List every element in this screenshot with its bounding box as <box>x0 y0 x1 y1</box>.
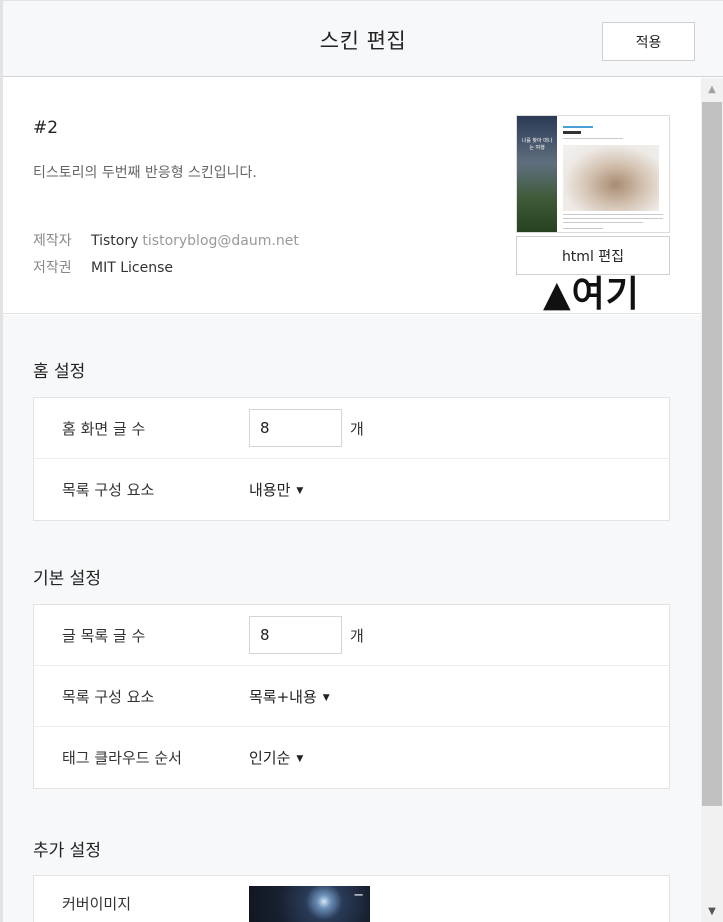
license-label: 저작권 <box>33 260 72 276</box>
home-settings-title: 홈 설정 <box>33 362 86 382</box>
thumbnail-line <box>563 138 623 139</box>
skin-info-section: #2 티스토리의 두번째 반응형 스킨입니다. 제작자 Tistory tistor… <box>3 78 701 315</box>
author-label: 제작자 <box>33 233 72 249</box>
apply-button[interactable]: 적용 <box>602 22 695 61</box>
dropdown-caret-icon: ▼ <box>296 754 304 764</box>
list-count-label: 글 목록 글 수 <box>62 627 146 645</box>
home-list-element-label: 목록 구성 요소 <box>62 481 155 499</box>
basic-list-element-label: 목록 구성 요소 <box>62 688 155 706</box>
home-settings-panel: 홈 화면 글 수 8 개 목록 구성 요소 내용만 ▼ <box>33 397 670 521</box>
annotation-arrow-label: ▲여기 <box>543 274 640 315</box>
skin-name: #2 <box>33 118 59 138</box>
remove-cover-icon[interactable]: − <box>353 889 364 902</box>
license-row: 저작권 MIT License <box>33 257 173 277</box>
extra-settings-panel: 커버이미지 − <box>33 875 670 922</box>
basic-settings-title: 기본 설정 <box>33 569 101 589</box>
dropdown-caret-icon: ▼ <box>296 486 304 496</box>
thumbnail-line <box>563 218 663 219</box>
home-list-element-value: 내용만 <box>249 481 291 499</box>
settings-area: 홈 설정 홈 화면 글 수 8 개 목록 구성 요소 내용만 ▼ 기본 설정 글 … <box>3 315 701 922</box>
basic-list-element-dropdown[interactable]: 목록+내용 ▼ <box>249 686 330 707</box>
skin-thumbnail: 나를 찾아 떠나는 여행 <box>516 115 670 233</box>
home-post-count-row: 홈 화면 글 수 8 개 <box>34 398 669 459</box>
thumbnail-sidebar-image: 나를 찾아 떠나는 여행 <box>517 116 557 232</box>
list-count-unit: 개 <box>350 627 364 645</box>
scroll-down-arrow-icon[interactable]: ▼ <box>701 900 723 922</box>
license-value: MIT License <box>91 260 173 276</box>
cover-image-row: 커버이미지 − <box>34 876 669 922</box>
html-edit-button[interactable]: html 편집 <box>516 236 670 275</box>
tag-cloud-label: 태그 클라우드 순서 <box>62 749 182 767</box>
list-count-input[interactable]: 8 <box>249 616 342 654</box>
thumbnail-category-bar <box>563 126 593 128</box>
home-post-count-input[interactable]: 8 <box>249 409 342 447</box>
home-post-count-unit: 개 <box>350 420 364 438</box>
cover-image-thumbnail[interactable]: − <box>249 886 370 922</box>
home-list-element-dropdown[interactable]: 내용만 ▼ <box>249 479 303 500</box>
thumbnail-cat-photo <box>563 145 659 211</box>
thumbnail-line <box>563 214 663 215</box>
header-bar: 스킨 편집 적용 <box>3 1 723 77</box>
thumbnail-sidebar-text: 나를 찾아 떠나는 여행 <box>521 138 553 151</box>
thumbnail-line <box>563 228 603 229</box>
dropdown-caret-icon: ▼ <box>322 693 330 703</box>
basic-list-element-value: 목록+내용 <box>249 688 317 706</box>
skin-description: 티스토리의 두번째 반응형 스킨입니다. <box>33 165 257 181</box>
author-name: Tistory <box>91 233 139 249</box>
thumbnail-content <box>557 116 669 232</box>
tag-cloud-dropdown[interactable]: 인기순 ▼ <box>249 747 303 768</box>
author-email: tistoryblog@daum.net <box>142 233 299 249</box>
scroll-up-arrow-icon[interactable]: ▲ <box>701 78 723 100</box>
list-count-row: 글 목록 글 수 8 개 <box>34 605 669 666</box>
basic-list-element-row: 목록 구성 요소 목록+내용 ▼ <box>34 666 669 727</box>
author-row: 제작자 Tistory tistoryblog@daum.net <box>33 230 299 250</box>
extra-settings-title: 추가 설정 <box>33 841 101 861</box>
scrollbar-thumb[interactable] <box>702 102 722 806</box>
home-post-count-label: 홈 화면 글 수 <box>62 420 146 438</box>
vertical-scrollbar[interactable]: ▲ ▼ <box>701 78 723 922</box>
cover-image-label: 커버이미지 <box>62 895 132 913</box>
thumbnail-line <box>563 222 643 223</box>
basic-settings-panel: 글 목록 글 수 8 개 목록 구성 요소 목록+내용 ▼ 태그 클라우드 순서 … <box>33 604 670 789</box>
home-list-element-row: 목록 구성 요소 내용만 ▼ <box>34 459 669 520</box>
tag-cloud-value: 인기순 <box>249 749 291 767</box>
thumbnail-title-bar <box>563 131 581 134</box>
tag-cloud-row: 태그 클라우드 순서 인기순 ▼ <box>34 727 669 788</box>
